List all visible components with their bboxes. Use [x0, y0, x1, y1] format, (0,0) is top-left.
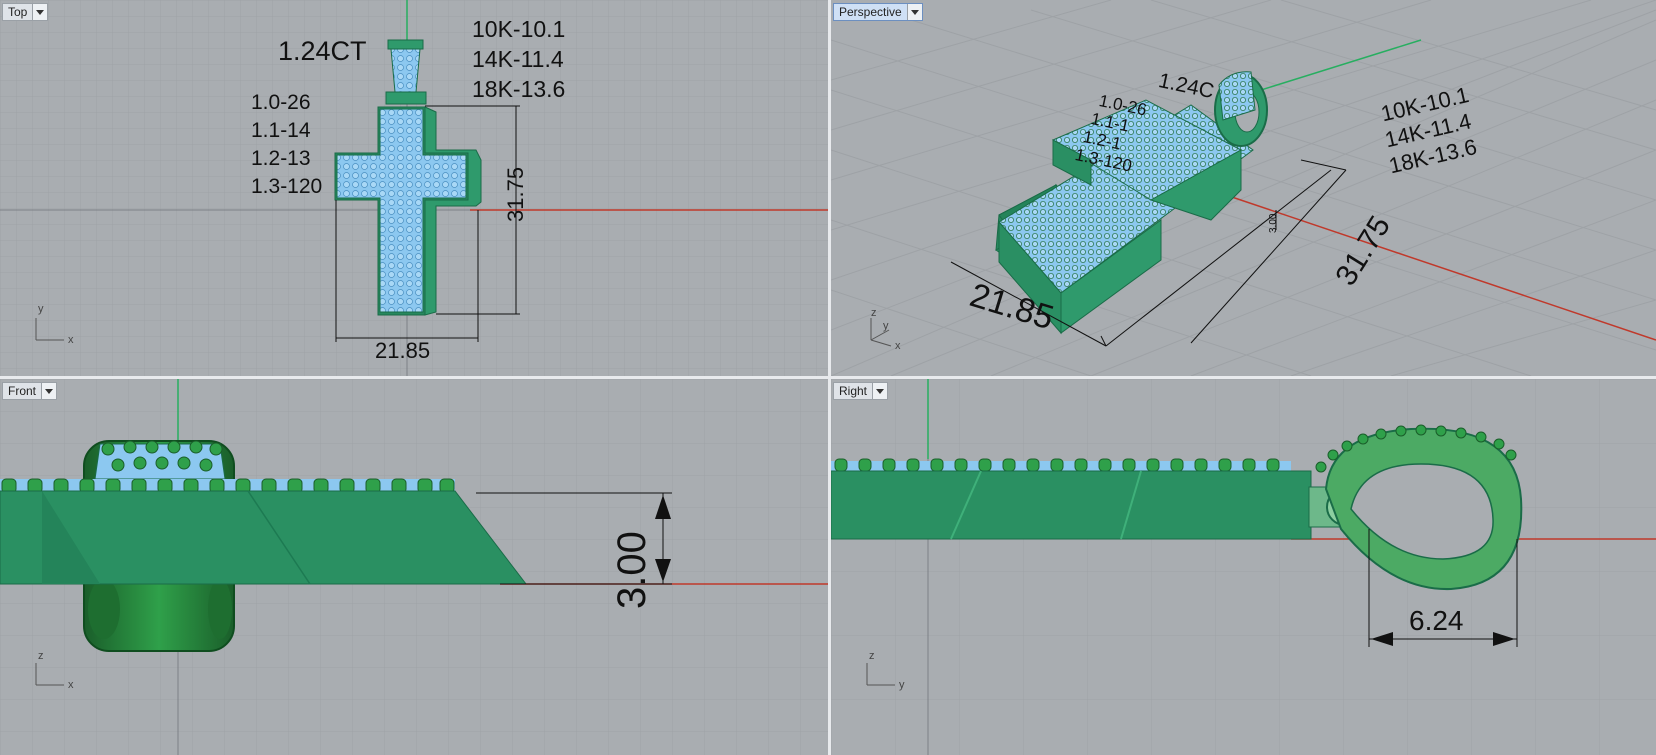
viewport-tab-perspective[interactable]: Perspective: [833, 3, 923, 21]
chevron-down-icon[interactable]: [41, 383, 57, 399]
axis-label-y: y: [899, 679, 905, 691]
metal-weight-14k: 14K-11.4: [472, 46, 564, 72]
chevron-down-icon[interactable]: [906, 4, 922, 20]
perspective-grid: [831, 0, 1656, 376]
viewport-tab-right[interactable]: Right: [833, 382, 889, 400]
thickness-dimension-small: 3.00: [1268, 213, 1279, 233]
front-canvas: [0, 379, 828, 755]
top-canvas: [0, 0, 828, 376]
width-dimension: 21.85: [375, 338, 431, 363]
stone-count-3: 1.2-13: [251, 147, 311, 170]
stone-count-2: 1.1-14: [251, 119, 311, 142]
axis-label-x: x: [68, 679, 74, 691]
perspective-canvas: [831, 0, 1656, 376]
height-dimension: 31.75: [503, 166, 528, 222]
right-canvas: [831, 379, 1656, 755]
axis-label-z: z: [869, 650, 875, 662]
viewport-tab-front[interactable]: Front: [2, 382, 58, 400]
axis-label-z: z: [871, 307, 877, 319]
stone-count-4: 1.3-120: [251, 175, 323, 198]
chevron-down-icon[interactable]: [872, 383, 888, 399]
viewport-top[interactable]: Top 1.24CT 10K-10.1 14K-11.4 18K-13.6 1.…: [0, 0, 828, 376]
cross-front: [0, 478, 528, 585]
viewport-perspective[interactable]: Perspective 1.24C 1.0-26 1.1-1 1.2-1 1.3…: [831, 0, 1656, 376]
bail-depth-dimension: 6.24: [1409, 605, 1464, 636]
axis-label-x: x: [895, 340, 901, 352]
axis-label-y: y: [883, 320, 889, 332]
metal-weight-10k: 10K-10.1: [472, 16, 566, 42]
viewport-title: Perspective: [839, 5, 902, 19]
axis-label-z: z: [38, 650, 44, 662]
viewport-title: Top: [8, 5, 28, 19]
chevron-down-icon[interactable]: [32, 4, 48, 20]
y-axis-line: [1260, 39, 1422, 91]
axis-label-y: y: [38, 303, 44, 315]
viewport-divider-horizontal[interactable]: [0, 376, 1656, 379]
viewport-tab-top[interactable]: Top: [2, 3, 49, 21]
viewport-front[interactable]: Front 3.00 z x: [0, 379, 828, 755]
thickness-dimension: 3.00: [610, 531, 654, 609]
axis-label-x: x: [68, 334, 74, 346]
viewport-title: Right: [839, 384, 868, 398]
cross-side: [831, 458, 1364, 540]
metal-weight-18k: 18K-13.6: [472, 76, 566, 102]
carat-label: 1.24CT: [278, 36, 367, 66]
viewport-right[interactable]: Right 6.24 z y: [831, 379, 1656, 755]
stone-count-1: 1.0-26: [251, 91, 311, 114]
viewport-title: Front: [8, 384, 37, 398]
x-axis-line: [1210, 189, 1656, 341]
